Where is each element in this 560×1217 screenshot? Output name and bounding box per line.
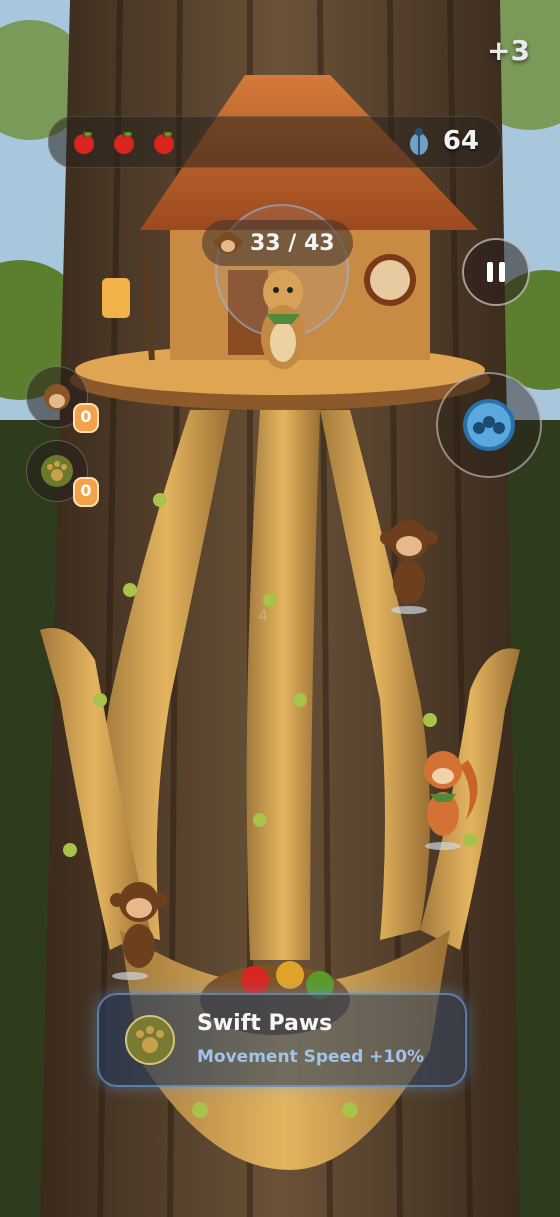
monkey-item-icon xyxy=(44,384,70,410)
frost-monkeys-icon xyxy=(463,399,515,451)
monkey-item-slot[interactable]: 0 xyxy=(26,366,99,433)
top-hud-bar: 64 xyxy=(48,116,502,168)
apple-life-icon xyxy=(154,131,174,154)
monkey-item-count: 0 xyxy=(73,403,99,433)
paw-item-icon xyxy=(41,455,73,487)
score-value: 64 xyxy=(442,126,479,156)
ability-button[interactable] xyxy=(436,372,542,478)
monkey-counter-text: 33 / 43 xyxy=(250,230,335,256)
squirrel-enemy xyxy=(424,751,478,850)
buff-title: Swift Paws xyxy=(197,1011,333,1036)
monkey-enemy-upper xyxy=(380,520,438,614)
bonus-text: +3 xyxy=(487,34,530,67)
pause-bar-left xyxy=(487,262,493,282)
paw-item-count: 0 xyxy=(73,477,99,507)
monkey-counter: 33 / 43 xyxy=(202,220,353,266)
paw-item-slot[interactable]: 0 xyxy=(26,440,99,507)
pause-bar-right xyxy=(499,262,505,282)
pause-button[interactable] xyxy=(462,238,530,306)
lives-row xyxy=(71,129,177,155)
apple-life-icon xyxy=(114,131,134,154)
apple-life-icon xyxy=(74,131,94,154)
game-stage: +3 64 33 / 43 0 0 4 Swift Paws Movement … xyxy=(0,0,560,1217)
buff-banner: Swift Paws Movement Speed +10% xyxy=(97,993,467,1087)
monkey-face-icon xyxy=(214,232,242,254)
meerkat-player-character xyxy=(261,270,305,369)
beetle-icon xyxy=(409,128,428,155)
monkey-enemy-lower xyxy=(110,882,168,980)
faint-marker: 4 xyxy=(258,606,269,625)
buff-description: Movement Speed +10% xyxy=(197,1047,425,1067)
score-display: 64 xyxy=(407,126,479,156)
paw-buff-icon xyxy=(125,1015,175,1065)
